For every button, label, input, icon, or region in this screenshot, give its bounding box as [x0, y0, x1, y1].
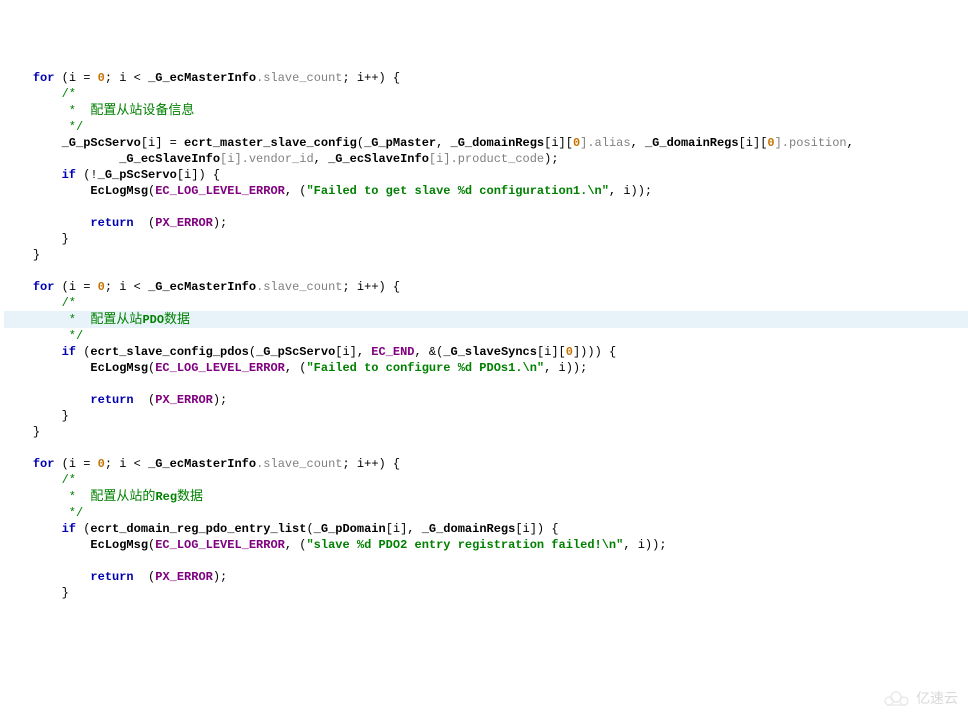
- code-line: }: [4, 408, 968, 424]
- code-line: [4, 376, 968, 392]
- code-line: }: [4, 585, 968, 601]
- code-line: if (!_G_pScServo[i]) {: [4, 167, 968, 183]
- code-line: for (i = 0; i < _G_ecMasterInfo.slave_co…: [4, 279, 968, 295]
- code-line: [4, 263, 968, 279]
- code-line: if (ecrt_slave_config_pdos(_G_pScServo[i…: [4, 344, 968, 360]
- code-line: _G_ecSlaveInfo[i].vendor_id, _G_ecSlaveI…: [4, 151, 968, 167]
- code-line: [4, 553, 968, 569]
- code-line: * 配置从站设备信息: [4, 102, 968, 119]
- code-line: }: [4, 231, 968, 247]
- code-line: */: [4, 328, 968, 344]
- cloud-icon: [882, 689, 912, 707]
- code-line: * 配置从站PDO数据: [4, 311, 968, 328]
- code-line: */: [4, 119, 968, 135]
- code-line: for (i = 0; i < _G_ecMasterInfo.slave_co…: [4, 70, 968, 86]
- code-line: EcLogMsg(EC_LOG_LEVEL_ERROR, ("slave %d …: [4, 537, 968, 553]
- code-line: /*: [4, 472, 968, 488]
- code-line: * 配置从站的Reg数据: [4, 488, 968, 505]
- code-line: for (i = 0; i < _G_ecMasterInfo.slave_co…: [4, 456, 968, 472]
- code-block: for (i = 0; i < _G_ecMasterInfo.slave_co…: [4, 70, 968, 601]
- code-line: /*: [4, 86, 968, 102]
- code-line: EcLogMsg(EC_LOG_LEVEL_ERROR, ("Failed to…: [4, 183, 968, 199]
- code-line: return (PX_ERROR);: [4, 392, 968, 408]
- code-line: EcLogMsg(EC_LOG_LEVEL_ERROR, ("Failed to…: [4, 360, 968, 376]
- code-line: _G_pScServo[i] = ecrt_master_slave_confi…: [4, 135, 968, 151]
- code-line: if (ecrt_domain_reg_pdo_entry_list(_G_pD…: [4, 521, 968, 537]
- code-line: [4, 440, 968, 456]
- code-line: }: [4, 247, 968, 263]
- code-line: /*: [4, 295, 968, 311]
- code-line: */: [4, 505, 968, 521]
- watermark-text: 亿速云: [916, 690, 958, 706]
- code-line: }: [4, 424, 968, 440]
- code-line: return (PX_ERROR);: [4, 569, 968, 585]
- code-line: [4, 199, 968, 215]
- code-line: return (PX_ERROR);: [4, 215, 968, 231]
- watermark: 亿速云: [882, 689, 958, 707]
